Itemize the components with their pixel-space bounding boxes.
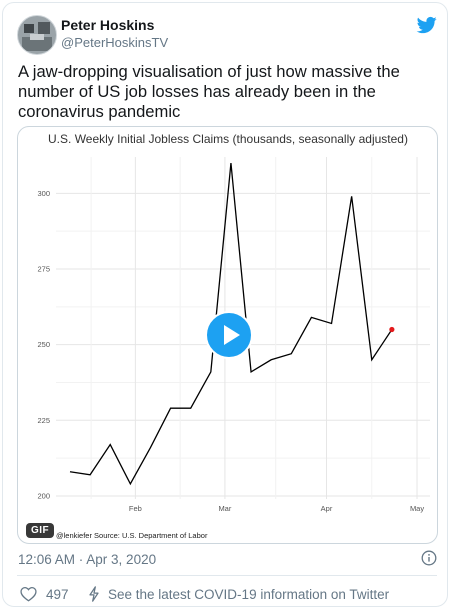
play-icon (224, 325, 240, 345)
user-handle[interactable]: @PeterHoskinsTV (61, 35, 168, 50)
play-button[interactable] (205, 311, 253, 359)
tweet-text: A jaw-dropping visualisation of just how… (18, 62, 400, 121)
gif-badge: GIF (26, 523, 55, 538)
divider (17, 575, 437, 576)
display-name[interactable]: Peter Hoskins (61, 17, 154, 33)
chart-source: @lenkiefer Source: U.S. Department of La… (56, 531, 208, 540)
x-tick-label: Mar (218, 504, 231, 513)
y-tick-label: 300 (37, 189, 50, 198)
x-tick-label: Apr (321, 504, 333, 513)
y-tick-label: 225 (37, 416, 50, 425)
media-gif[interactable]: U.S. Weekly Initial Jobless Claims (thou… (17, 126, 438, 544)
y-tick-label: 200 (37, 491, 50, 500)
latest-data-point (389, 326, 395, 333)
y-tick-label: 250 (37, 340, 50, 349)
x-tick-label: Feb (129, 504, 142, 513)
heart-icon (20, 586, 37, 602)
y-tick-label: 275 (37, 264, 50, 273)
avatar[interactable] (17, 15, 57, 55)
tweet-card: Peter Hoskins @PeterHoskinsTV A jaw-drop… (2, 2, 448, 607)
twitter-bird-icon[interactable] (416, 15, 438, 35)
like-button[interactable]: 497 (20, 585, 69, 603)
like-count: 497 (46, 586, 69, 602)
covid-info-link[interactable]: See the latest COVID-19 information on T… (87, 585, 389, 603)
tweet-timestamp[interactable]: 12:06 AM · Apr 3, 2020 (18, 552, 156, 567)
x-tick-label: May (410, 504, 424, 513)
info-icon[interactable] (421, 550, 437, 566)
lightning-icon (89, 586, 99, 602)
covid-link-text: See the latest COVID-19 information on T… (108, 586, 390, 602)
chart-title: U.S. Weekly Initial Jobless Claims (thou… (48, 132, 408, 146)
